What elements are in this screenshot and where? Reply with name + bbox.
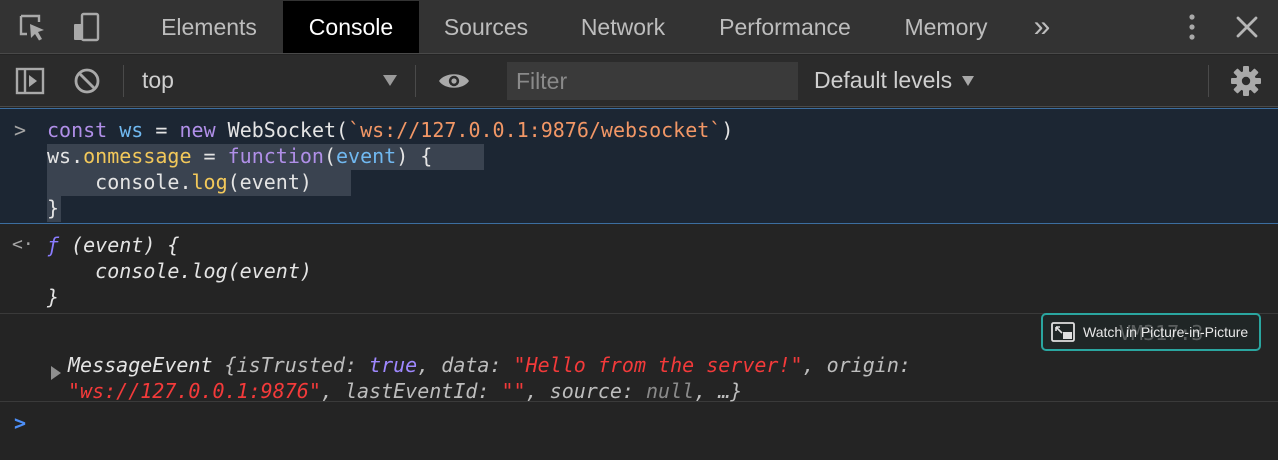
constructor-token: WebSocket( xyxy=(215,118,349,142)
tab-elements[interactable]: Elements xyxy=(142,1,276,53)
keyword-token: function xyxy=(227,144,324,168)
message-key: , origin: xyxy=(802,353,911,377)
result-text: (event) { xyxy=(59,233,180,257)
console-settings-gear-icon[interactable] xyxy=(1229,64,1263,98)
message-key: , source: xyxy=(525,379,647,403)
tab-sources[interactable]: Sources xyxy=(425,1,547,53)
message-value: true xyxy=(369,353,418,377)
message-event-name: MessageEvent xyxy=(68,353,213,377)
console-result-entry[interactable]: <· ƒ (event) { console.log(event) } xyxy=(0,224,1278,314)
toolbar-separator xyxy=(415,65,416,97)
message-event-line: MessageEvent {isTrusted: true, data: "He… xyxy=(68,352,911,378)
result-line: console.log(event) xyxy=(47,259,312,283)
context-selector[interactable]: top xyxy=(142,67,174,94)
variable-token: ws xyxy=(119,118,144,142)
punct-token: ) xyxy=(721,118,734,142)
keyword-token: const xyxy=(47,118,108,142)
object-token: ws. xyxy=(47,144,84,168)
picture-in-picture-button[interactable]: VM317:3 Watch in Picture-in-Picture xyxy=(1041,313,1261,351)
result-line: } xyxy=(47,285,60,309)
devtools-tabbar: Elements Console Sources Network Perform… xyxy=(0,0,1278,54)
clear-console-icon[interactable] xyxy=(70,64,104,98)
message-punct: { xyxy=(212,353,237,377)
live-expression-eye-icon[interactable] xyxy=(437,64,471,98)
code-line: ws.onmessage = function(event) { xyxy=(47,143,432,169)
log-levels-label: Default levels xyxy=(814,67,953,93)
message-key: , data: xyxy=(417,353,514,377)
message-event-line: "ws://127.0.0.1:9876", lastEventId: "", … xyxy=(68,378,742,404)
device-toolbar-icon[interactable] xyxy=(69,10,103,44)
code-line: const ws = new WebSocket(`ws://127.0.0.1… xyxy=(47,117,733,143)
console-input-entry[interactable]: > const ws = new WebSocket(`ws://127.0.0… xyxy=(0,108,1278,224)
more-tabs-icon[interactable]: » xyxy=(1022,1,1062,53)
console-toolbar: top Default levels xyxy=(0,55,1278,107)
toolbar-separator xyxy=(123,65,124,97)
property-token: onmessage xyxy=(83,144,192,168)
tab-performance[interactable]: Performance xyxy=(700,1,870,53)
message-value: "" xyxy=(501,379,526,403)
filter-input[interactable] xyxy=(507,62,798,100)
console-output[interactable]: > const ws = new WebSocket(`ws://127.0.0… xyxy=(0,108,1278,460)
console-prompt-icon: > xyxy=(14,411,27,435)
close-devtools-icon[interactable] xyxy=(1230,10,1264,44)
message-value: null xyxy=(646,379,695,403)
picture-in-picture-label: Watch in Picture-in-Picture xyxy=(1083,324,1249,340)
object-token: console. xyxy=(47,170,192,194)
function-symbol: ƒ xyxy=(47,233,60,257)
punct-token: ( xyxy=(323,144,336,168)
context-dropdown-arrow-icon[interactable] xyxy=(383,75,397,86)
picture-in-picture-icon xyxy=(1051,322,1075,342)
punct-token: (event) xyxy=(227,170,312,194)
argument-token: event xyxy=(336,144,397,168)
string-token: `ws://127.0.0.1:9876/websocket` xyxy=(348,118,722,142)
chevron-down-icon xyxy=(962,75,975,86)
sidebar-toggle-icon[interactable] xyxy=(13,64,47,98)
result-prompt-icon: <· xyxy=(12,234,34,255)
inspect-element-icon[interactable] xyxy=(15,10,49,44)
input-prompt-icon: > xyxy=(14,118,27,142)
keyword-token: new xyxy=(179,118,216,142)
code-line: } xyxy=(47,196,60,220)
result-line: ƒ (event) { xyxy=(47,232,179,258)
toolbar-separator xyxy=(1208,65,1209,97)
message-punct: , …} xyxy=(694,379,743,403)
console-prompt-row[interactable]: > xyxy=(0,402,1278,460)
code-line: console.log(event) xyxy=(47,169,312,195)
operator-token: = xyxy=(143,118,180,142)
operator-token: = xyxy=(191,144,228,168)
punct-token: ) { xyxy=(396,144,433,168)
log-levels-dropdown[interactable]: Default levels xyxy=(814,67,975,94)
tab-network[interactable]: Network xyxy=(560,1,686,53)
tab-console[interactable]: Console xyxy=(283,1,419,53)
tab-memory[interactable]: Memory xyxy=(888,1,1004,53)
kebab-menu-icon[interactable] xyxy=(1175,10,1209,44)
message-key: , lastEventId: xyxy=(320,379,502,403)
expand-triangle-icon[interactable] xyxy=(51,366,61,380)
property-token: log xyxy=(191,170,228,194)
message-value: "ws://127.0.0.1:9876" xyxy=(68,379,321,403)
message-key: isTrusted: xyxy=(236,353,370,377)
message-value: "Hello from the server!" xyxy=(513,353,803,377)
